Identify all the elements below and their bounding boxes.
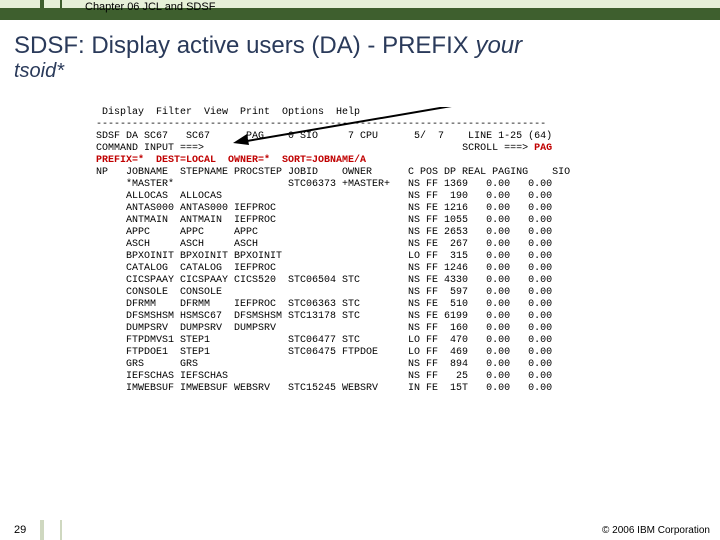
copyright-text: © 2006 IBM Corporation [602,525,710,536]
footer-rule-1 [40,520,44,540]
prefix-highlight: PREFIX=* DEST=LOCAL OWNER=* SORT=JOBNAME… [90,155,366,166]
chapter-label: Chapter 06 JCL and SDSF [85,1,215,13]
title-text: SDSF: Display active users (DA) - PREFIX [14,32,475,59]
page-number: 29 [14,524,26,536]
slide-footer: 29 © 2006 IBM Corporation [0,520,720,540]
sdsf-command-line: COMMAND INPUT ===> SCROLL ===> PAG [90,143,650,155]
sdsf-menu-bar: Display Filter View Print Options Help [90,107,650,119]
command-input-label: COMMAND INPUT ===> [90,143,204,154]
footer-rule-2 [60,520,62,540]
scroll-label: SCROLL ===> [462,143,534,154]
sdsf-rows: *MASTER* STC06373 +MASTER+ NS FF 1369 0.… [90,179,650,395]
title-italic-suffix: your [475,32,522,59]
slide-title: SDSF: Display active users (DA) - PREFIX… [14,32,706,60]
header-rule-1 [40,0,44,20]
slide-header-bar: Chapter 06 JCL and SDSF [0,0,720,20]
sdsf-panel: Display Filter View Print Options Help -… [90,107,650,395]
subtitle-text: tsoid* [14,60,64,82]
title-block: SDSF: Display active users (DA) - PREFIX… [0,20,720,85]
sdsf-status-line: SDSF DA SC67 SC67 PAG 0 SIO 7 CPU 5/ 7 L… [90,131,650,143]
slide-subtitle: tsoid* [14,60,706,83]
sdsf-column-header: NP JOBNAME STEPNAME PROCSTEP JOBID OWNER… [90,167,650,179]
scroll-value: PAG [534,143,552,154]
sdsf-divider: ----------------------------------------… [90,119,650,131]
command-input-space [204,143,462,154]
header-rule-2 [60,0,62,20]
sdsf-prefix-line: PREFIX=* DEST=LOCAL OWNER=* SORT=JOBNAME… [90,155,650,167]
